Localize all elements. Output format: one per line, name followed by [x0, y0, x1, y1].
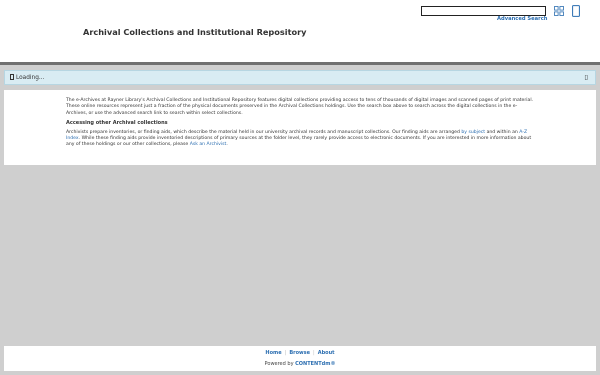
- site-footer: Home | Browse | About Powered by CONTENTdm®: [4, 346, 596, 371]
- refresh-icon[interactable]: ▯: [584, 74, 588, 81]
- document-icon: [10, 74, 14, 80]
- intro-paragraph: The e-Archives at Rayner Library's Archi…: [66, 98, 534, 116]
- site-title: Archival Collections and Institutional R…: [83, 27, 307, 37]
- main-content: The e-Archives at Rayner Library's Archi…: [4, 90, 596, 165]
- footer-link-about[interactable]: About: [316, 350, 337, 356]
- ask-an-archivist-link[interactable]: Ask an Archivist: [190, 142, 227, 147]
- header-divider: [0, 62, 600, 65]
- by-subject-link[interactable]: by subject: [461, 130, 485, 135]
- footer-link-home[interactable]: Home: [263, 350, 283, 356]
- footer-link-browse[interactable]: Browse: [287, 350, 312, 356]
- site-header: Archival Collections and Institutional R…: [0, 0, 600, 62]
- loading-status-bar: Loading... ▯: [4, 70, 596, 85]
- loading-label: Loading...: [16, 75, 45, 81]
- search-input[interactable]: [421, 6, 546, 16]
- finding-aids-paragraph: Archivists prepare inventories, or findi…: [66, 129, 532, 148]
- footer-nav: Home | Browse | About: [263, 350, 337, 356]
- section-heading: Accessing other Archival collections: [66, 119, 168, 126]
- grid-icon[interactable]: [554, 6, 564, 16]
- powered-by: Powered by CONTENTdm®: [264, 361, 336, 367]
- advanced-search-link[interactable]: Advanced Search: [497, 16, 548, 22]
- contentdm-link[interactable]: CONTENTdm®: [295, 361, 335, 367]
- content-body: The e-Archives at Rayner Library's Archi…: [66, 98, 536, 149]
- bookmark-icon[interactable]: [572, 5, 580, 17]
